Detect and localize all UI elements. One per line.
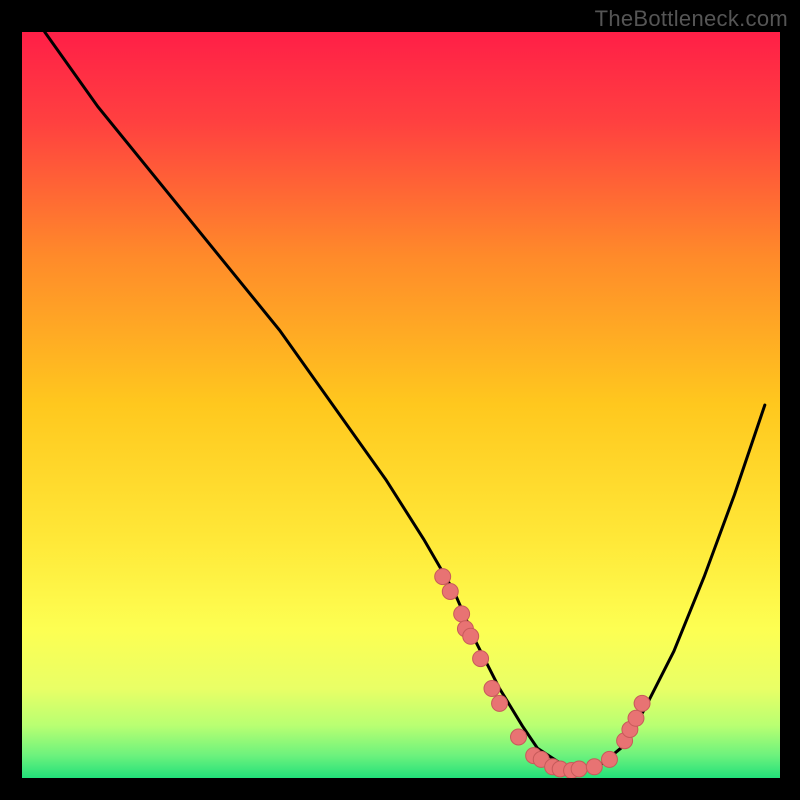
- data-marker: [586, 759, 602, 775]
- plot-area: [22, 32, 780, 778]
- data-marker: [484, 681, 500, 697]
- data-marker: [463, 628, 479, 644]
- chart-svg: [22, 32, 780, 778]
- data-marker: [511, 729, 527, 745]
- data-marker: [628, 710, 644, 726]
- data-marker: [492, 695, 508, 711]
- chart-container: TheBottleneck.com: [0, 0, 800, 800]
- watermark-text: TheBottleneck.com: [595, 6, 788, 32]
- data-marker: [601, 751, 617, 767]
- data-marker: [473, 651, 489, 667]
- data-marker: [454, 606, 470, 622]
- data-marker: [435, 569, 451, 585]
- data-marker: [634, 695, 650, 711]
- data-marker: [442, 584, 458, 600]
- data-marker: [571, 761, 587, 777]
